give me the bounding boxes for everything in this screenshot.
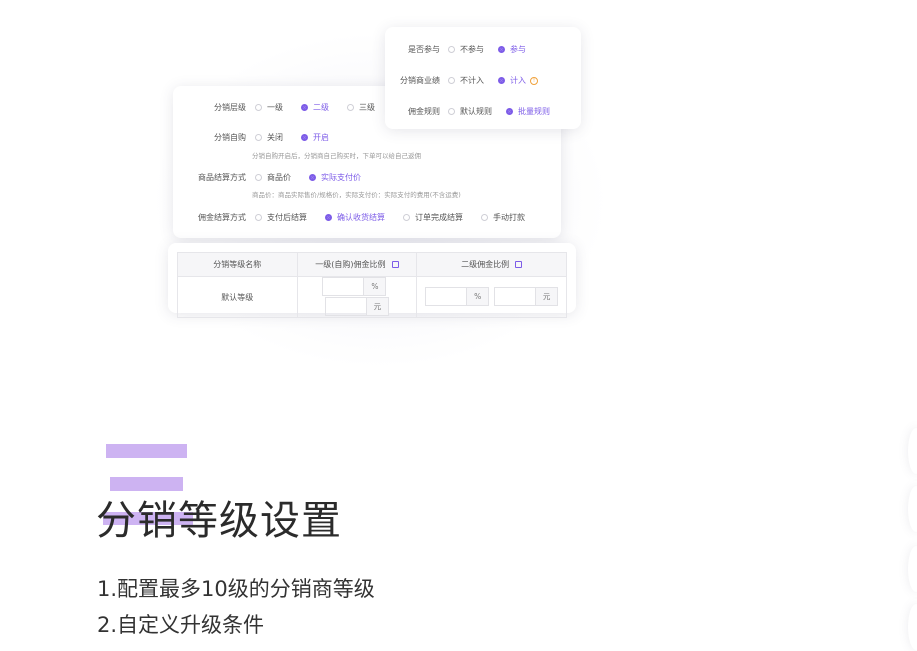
level-table-card: 分销等级名称 一级(自购)佣金比例 二级佣金比例 默认等级 % 元 % 元 [168, 243, 576, 318]
header-level-name: 分销等级名称 [177, 252, 298, 277]
settle-after-pay[interactable]: 支付后结算 [255, 212, 307, 223]
table-header-row: 分销等级名称 一级(自购)佣金比例 二级佣金比例 [177, 252, 567, 277]
second-commission-cell: % 元 [416, 276, 567, 318]
performance-include[interactable]: 计入 [498, 75, 526, 86]
level-name-cell: 默认等级 [177, 276, 298, 318]
participate-label: 是否参与 [408, 45, 440, 54]
commission-rule-row: 佣金规则 默认规则 批量规则 [385, 106, 568, 117]
rule-batch[interactable]: 批量规则 [506, 106, 550, 117]
radio-icon [255, 134, 262, 141]
radio-icon [481, 214, 488, 221]
table-row: 默认等级 % 元 % 元 [177, 276, 567, 318]
settlement-price-hint: 商品价：商品实际售价/规格价，实际支付价：实际支付的费用(不含运费) [252, 191, 461, 199]
header-second-commission: 二级佣金比例 [416, 252, 567, 277]
first-yuan-input[interactable]: 元 [324, 297, 389, 316]
settle-after-receipt[interactable]: 确认收货结算 [325, 212, 385, 223]
settlement-price-row: 商品结算方式 商品价 实际支付价 [173, 172, 379, 183]
settlement-price-label: 商品结算方式 [198, 173, 246, 182]
level-option-2[interactable]: 二级 [301, 102, 329, 113]
settle-manual[interactable]: 手动打款 [481, 212, 525, 223]
rule-default[interactable]: 默认规则 [448, 106, 492, 117]
radio-selected-icon [498, 46, 505, 53]
self-purchase-hint: 分销自购开启后，分销商自己购买时，下单可以给自己返佣 [252, 152, 421, 160]
second-percent-input[interactable]: % [425, 287, 490, 306]
level-table: 分销等级名称 一级(自购)佣金比例 二级佣金比例 默认等级 % 元 % 元 [177, 252, 567, 318]
radio-icon [448, 108, 455, 115]
level-label: 分销层级 [214, 103, 246, 112]
commission-rule-label: 佣金规则 [408, 107, 440, 116]
self-purchase-row: 分销自购 关闭 开启 [173, 132, 347, 143]
edge-decoration [908, 546, 917, 592]
performance-exclude[interactable]: 不计入 [448, 75, 484, 86]
level-option-3[interactable]: 三级 [347, 102, 375, 113]
radio-selected-icon [498, 77, 505, 84]
radio-icon [448, 77, 455, 84]
commission-settlement-label: 佣金结算方式 [198, 213, 246, 222]
decorative-bar [106, 444, 187, 458]
feature-item-2: 2.自定义升级条件 [97, 613, 265, 637]
participate-row: 是否参与 不参与 参与 [385, 44, 544, 55]
radio-icon [347, 104, 354, 111]
self-purchase-off[interactable]: 关闭 [255, 132, 283, 143]
edge-decoration [908, 428, 917, 474]
settle-after-complete[interactable]: 订单完成结算 [403, 212, 463, 223]
edit-icon[interactable] [391, 261, 399, 268]
edit-icon[interactable] [515, 261, 523, 268]
radio-selected-icon [506, 108, 513, 115]
radio-selected-icon [325, 214, 332, 221]
price-option-goods[interactable]: 商品价 [255, 172, 291, 183]
radio-icon [448, 46, 455, 53]
performance-label: 分销商业绩 [400, 76, 440, 85]
participation-card: 是否参与 不参与 参与 分销商业绩 不计入 计入 ! 佣金规则 默认规则 批量规… [385, 27, 581, 129]
performance-row: 分销商业绩 不计入 计入 ! [385, 75, 538, 86]
level-option-1[interactable]: 一级 [255, 102, 283, 113]
first-percent-input[interactable]: % [322, 277, 387, 296]
participate-yes[interactable]: 参与 [498, 44, 526, 55]
radio-icon [255, 104, 262, 111]
participate-no[interactable]: 不参与 [448, 44, 484, 55]
second-yuan-input[interactable]: 元 [494, 287, 559, 306]
feature-item-1: 1.配置最多10级的分销商等级 [97, 577, 375, 601]
warning-icon[interactable]: ! [530, 76, 538, 85]
first-commission-cell: % 元 [296, 276, 418, 318]
commission-settlement-row: 佣金结算方式 支付后结算 确认收货结算 订单完成结算 手动打款 [173, 212, 543, 223]
price-option-actual[interactable]: 实际支付价 [309, 172, 361, 183]
radio-selected-icon [309, 174, 316, 181]
level-row: 分销层级 一级 二级 三级 [173, 102, 393, 113]
radio-icon [255, 214, 262, 221]
radio-icon [403, 214, 410, 221]
radio-icon [255, 174, 262, 181]
radio-selected-icon [301, 134, 308, 141]
edge-decoration [908, 604, 917, 650]
self-purchase-label: 分销自购 [214, 133, 246, 142]
self-purchase-on[interactable]: 开启 [301, 132, 329, 143]
header-first-commission: 一级(自购)佣金比例 [296, 252, 418, 277]
edge-decoration [908, 486, 917, 532]
section-title: 分销等级设置 [96, 498, 342, 544]
radio-selected-icon [301, 104, 308, 111]
